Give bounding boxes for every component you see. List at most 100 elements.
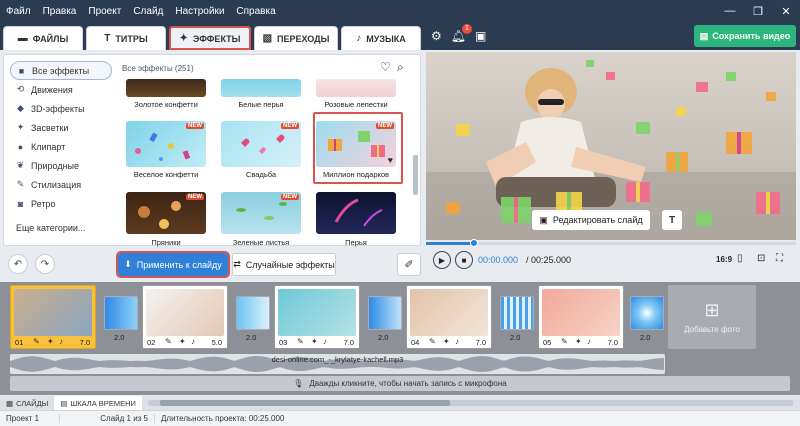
audio-icon[interactable]: ♪	[455, 337, 459, 346]
status-slide: Слайд 1 из 5	[60, 414, 155, 423]
search-icon[interactable]: ⌕	[397, 60, 404, 75]
gallery-icon[interactable]: ▣	[475, 29, 486, 43]
transition-thumb[interactable]	[500, 296, 534, 330]
add-photo-label: Добавьте фото	[684, 325, 740, 334]
menu-edit[interactable]: Правка	[37, 6, 83, 17]
random-effects-button[interactable]: ⇄ Случайные эффекты	[232, 253, 336, 276]
pencil-icon[interactable]: ✎	[297, 337, 304, 346]
audio-icon[interactable]: ♪	[587, 337, 591, 346]
effect-thumb-green-leaves[interactable]: NEW	[221, 192, 301, 234]
status-bar: Проект 1 Слайд 1 из 5 Длительность проек…	[0, 410, 800, 426]
transition-thumb[interactable]	[104, 296, 138, 330]
tab-transitions[interactable]: ▧ ПЕРЕХОДЫ	[254, 26, 338, 50]
tab-label: ФАЙЛЫ	[32, 33, 69, 44]
tab-music[interactable]: ♪ МУЗЫКА	[341, 26, 421, 50]
audio-track[interactable]: desi-online.com_-_krylatye-kachell.mp3	[10, 354, 665, 374]
menu-project[interactable]: Проект	[82, 6, 127, 17]
menu-file[interactable]: Файл	[0, 6, 37, 17]
menu-slide[interactable]: Слайд	[127, 6, 169, 17]
transition-thumb[interactable]	[236, 296, 270, 330]
timeline-scroll-thumb[interactable]	[160, 400, 450, 406]
maximize-icon[interactable]: ❐	[744, 5, 772, 18]
slide-thumb[interactable]: 05 ✎ ✦ ♪ 7.0	[538, 285, 624, 349]
sparkle-icon: ✦	[179, 33, 188, 44]
progress-knob[interactable]	[470, 239, 479, 247]
transition-thumb[interactable]	[630, 296, 664, 330]
more-categories-link[interactable]: Еще категории...	[16, 223, 85, 233]
category-retro[interactable]: ◙ Ретро	[10, 194, 112, 213]
tab-slides[interactable]: ▦ СЛАЙДЫ	[0, 396, 54, 410]
slide-thumb[interactable]: 02 ✎ ✦ ♪ 5.0	[142, 285, 228, 349]
audio-icon[interactable]: ♪	[323, 337, 327, 346]
heart-icon[interactable]: ♡	[380, 60, 391, 74]
frame-icon[interactable]: ▯	[737, 253, 743, 264]
save-video-label: Сохранить видео	[712, 31, 791, 41]
effect-thumb-fun-confetti[interactable]: NEW	[126, 121, 206, 167]
category-motion[interactable]: ⟲ Движения	[10, 80, 112, 99]
category-label: Природные	[31, 160, 80, 171]
aspect-ratio[interactable]: 16:9	[716, 255, 732, 264]
folder-icon: ▬	[17, 33, 28, 44]
save-icon: ▤	[699, 30, 709, 41]
fx-icon[interactable]: ✦	[311, 337, 318, 346]
redo-button[interactable]: ↷	[35, 254, 55, 274]
fx-icon[interactable]: ✦	[179, 337, 186, 346]
category-all[interactable]: ■ Все эффекты	[10, 61, 112, 80]
play-button[interactable]: ▶	[433, 251, 451, 269]
clear-effects-button[interactable]: ✐	[397, 253, 421, 276]
menu-help[interactable]: Справка	[230, 6, 281, 17]
category-list: ■ Все эффекты ⟲ Движения ◆ 3D-эффекты ✦ Засв…	[10, 61, 112, 213]
text-icon: T	[668, 214, 676, 226]
mic-hint: Дважды кликните, чтобы начать запись с м…	[309, 379, 507, 388]
effect-thumb-wedding[interactable]: NEW	[221, 121, 301, 167]
effect-thumb-gingerbread[interactable]: NEW	[126, 192, 206, 234]
microphone-track[interactable]: 🎙︎ Дважды кликните, чтобы начать запись с…	[10, 376, 790, 391]
tab-files[interactable]: ▬ ФАЙЛЫ	[3, 26, 83, 50]
add-photo-slot[interactable]: ⊞ Добавьте фото	[668, 285, 756, 349]
tab-effects[interactable]: ✦ ЭФФЕКТЫ	[169, 26, 251, 50]
stop-button[interactable]: ■	[455, 251, 473, 269]
category-glow[interactable]: ✦ Засветки	[10, 118, 112, 137]
motion-icon: ⟲	[16, 84, 25, 94]
pencil-icon[interactable]: ✎	[165, 337, 172, 346]
tab-timeline[interactable]: ▤ ШКАЛА ВРЕМЕНИ	[54, 396, 142, 410]
slide-thumb[interactable]: 01 ✎ ✦ ♪ 7.0	[10, 285, 96, 349]
category-nature[interactable]: ❦ Природные	[10, 156, 112, 175]
bell-icon[interactable]: 🔔︎ 1	[451, 24, 472, 43]
menu-settings[interactable]: Настройки	[169, 6, 230, 17]
effect-thumb-white-feathers[interactable]	[221, 79, 301, 97]
close-icon[interactable]: ✕	[772, 5, 800, 18]
audio-icon[interactable]: ♪	[191, 337, 195, 346]
fx-icon[interactable]: ✦	[47, 337, 54, 346]
fx-icon[interactable]: ✦	[443, 337, 450, 346]
gear-icon[interactable]: ⚙	[431, 29, 442, 43]
category-3d[interactable]: ◆ 3D-эффекты	[10, 99, 112, 118]
pencil-icon[interactable]: ✎	[429, 337, 436, 346]
undo-button[interactable]: ↶	[8, 254, 28, 274]
transition-thumb[interactable]	[368, 296, 402, 330]
edit-slide-button[interactable]: ▣ Редактировать слайд	[532, 210, 650, 230]
apply-to-slide-button[interactable]: ⬇ Применить к слайду	[116, 251, 230, 278]
apply-label: Применить к слайду	[136, 259, 222, 270]
effect-thumb-feathers[interactable]	[316, 192, 396, 234]
save-video-button[interactable]: ▤ Сохранить видео	[694, 25, 796, 47]
fullscreen-icon[interactable]: ⛶	[776, 253, 783, 264]
minimize-icon[interactable]: —	[716, 5, 744, 18]
effect-thumb-pink-petals[interactable]	[316, 79, 396, 97]
playback-progress[interactable]	[426, 242, 796, 245]
slide-thumb[interactable]: 04 ✎ ✦ ♪ 7.0	[406, 285, 492, 349]
pencil-icon[interactable]: ✎	[561, 337, 568, 346]
transition-duration: 2.0	[510, 333, 521, 342]
current-time: 00:00.000	[478, 255, 519, 265]
panel-scrollbar[interactable]	[413, 155, 418, 195]
fx-icon[interactable]: ✦	[575, 337, 582, 346]
add-text-button[interactable]: T	[662, 210, 682, 230]
category-stylization[interactable]: ✎ Стилизация	[10, 175, 112, 194]
effect-thumb-gold-confetti[interactable]	[126, 79, 206, 97]
pencil-icon[interactable]: ✎	[33, 337, 40, 346]
slide-thumb[interactable]: 03 ✎ ✦ ♪ 7.0	[274, 285, 360, 349]
tab-titles[interactable]: T ТИТРЫ	[86, 26, 166, 50]
audio-icon[interactable]: ♪	[59, 337, 63, 346]
fit-icon[interactable]: ⊡	[757, 253, 765, 264]
category-clipart[interactable]: ● Клипарт	[10, 137, 112, 156]
